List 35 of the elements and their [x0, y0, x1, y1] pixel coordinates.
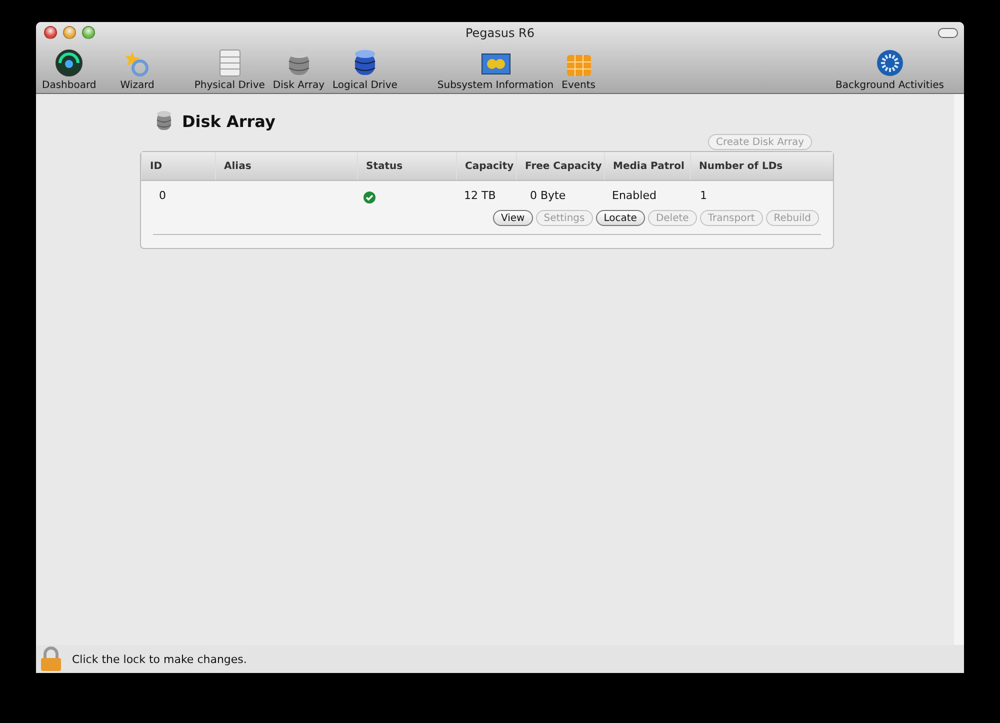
- toolbar-item[interactable]: Subsystem Information: [435, 52, 556, 93]
- window-control-icon[interactable]: [82, 26, 95, 39]
- toolbar-item[interactable]: Physical Drive: [192, 48, 267, 93]
- database-icon: [156, 110, 172, 132]
- window-control-icon[interactable]: [63, 26, 76, 39]
- column-header: Capacity: [456, 152, 516, 180]
- table-cell-text: 1: [699, 189, 707, 204]
- column-header: Alias: [215, 152, 357, 180]
- status-text: Click the lock to make changes.: [72, 652, 247, 666]
- table-cell-text: 12 TB: [463, 189, 496, 204]
- toolbar-icon: [218, 48, 242, 78]
- column-header: Status: [357, 152, 456, 180]
- table-cell-text: 0: [158, 189, 167, 204]
- toolbar-icon: [54, 48, 84, 78]
- window-control-icon[interactable]: [44, 26, 57, 39]
- column-header: Media Patrol: [604, 152, 690, 180]
- toolbar-item[interactable]: Wizard: [118, 48, 156, 93]
- table-cell-text: Enabled: [611, 189, 656, 204]
- column-header: Free Capacity: [516, 152, 604, 180]
- lock-icon[interactable]: [40, 646, 62, 672]
- toolbar-icon: [874, 48, 905, 78]
- action-button[interactable]: Locate: [596, 210, 645, 226]
- table-cell-text: 0 Byte: [529, 189, 566, 204]
- toolbar-icon: [352, 48, 377, 78]
- page-title: Disk Array: [182, 112, 276, 130]
- toolbar-item[interactable]: Dashboard: [40, 48, 98, 93]
- toolbar-toggle-icon[interactable]: [938, 28, 958, 38]
- action-button[interactable]: View: [492, 210, 533, 226]
- window-title: Pegasus R6: [465, 26, 535, 40]
- column-header: ID: [141, 152, 215, 180]
- toolbar-item[interactable]: Disk Array: [270, 48, 326, 93]
- toolbar-item[interactable]: Logical Drive: [330, 48, 400, 93]
- toolbar-item[interactable]: Background Activities: [834, 48, 946, 93]
- toolbar-item[interactable]: Events: [560, 50, 598, 93]
- column-header: Number of LDs: [690, 152, 833, 180]
